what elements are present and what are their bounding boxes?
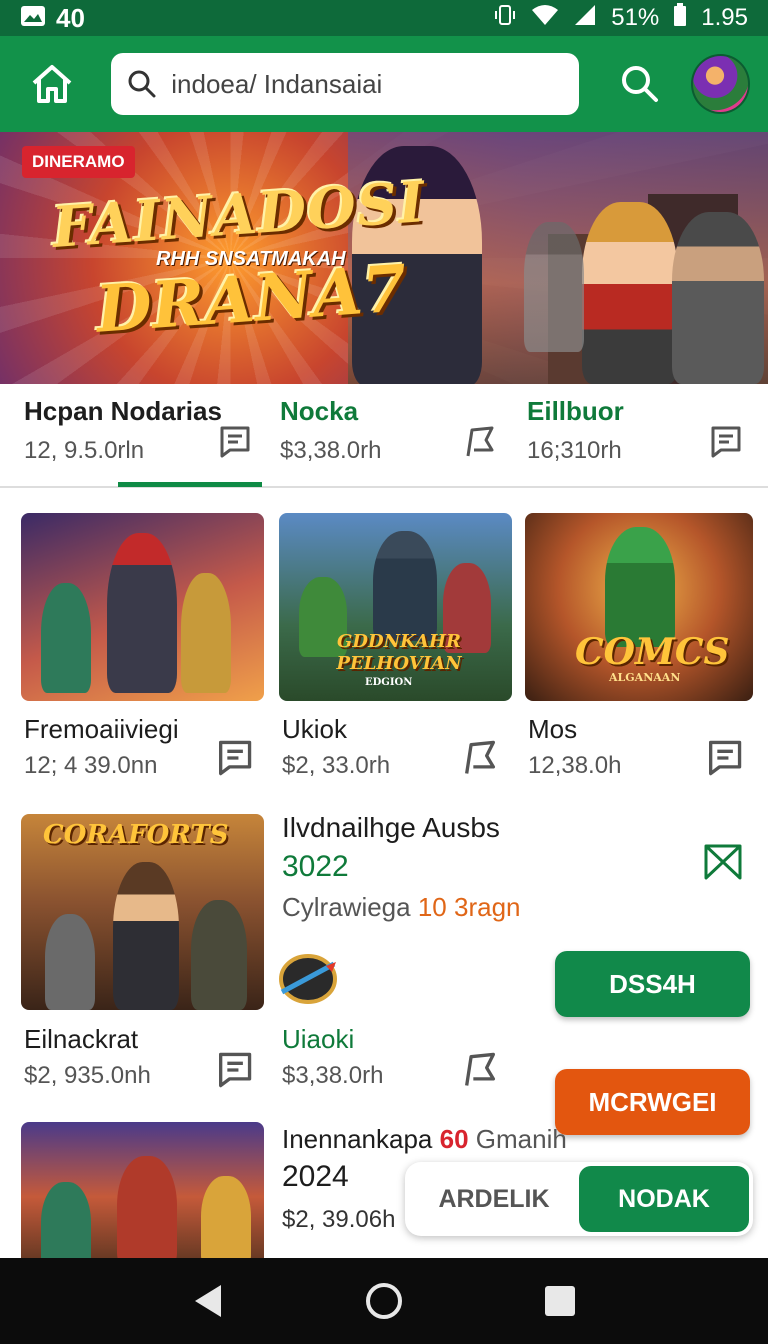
- home-icon: [32, 65, 71, 103]
- segment-nodak[interactable]: NODAK: [579, 1166, 749, 1232]
- recents-button[interactable]: [530, 1271, 590, 1331]
- home-button[interactable]: [24, 56, 79, 112]
- bottom-title-accent: 60: [439, 1124, 469, 1154]
- vibrate-icon: [493, 3, 517, 34]
- search-icon: [622, 66, 659, 102]
- featured-game-thumbnail[interactable]: CORAFORTS: [21, 814, 264, 1010]
- featured-subline-prefix: Cylrawiega: [282, 892, 411, 922]
- comment-icon[interactable]: [704, 738, 744, 778]
- hero-tag-badge: DINERAMO: [22, 146, 135, 178]
- thumbnail-subtitle: ALGANAAN: [609, 671, 681, 684]
- battery-percent: 51%: [611, 4, 660, 31]
- segmented-control: ARDELIK NODAK: [405, 1162, 753, 1236]
- card-price: $2, 33.0rh: [282, 752, 391, 779]
- back-triangle-icon: [195, 1285, 221, 1317]
- search-query-text: indoea/ Indansaiai: [171, 68, 383, 99]
- tab-title: Eillbuor: [527, 396, 624, 426]
- comment-icon[interactable]: [214, 738, 254, 778]
- gallery-notification-icon: [20, 3, 46, 34]
- card-price: $3,38.0rh: [282, 1062, 384, 1089]
- search-icon: [128, 70, 156, 98]
- clock: 1.95: [701, 4, 748, 31]
- bookmark-flag-icon[interactable]: [460, 738, 500, 778]
- tab-title: Nocka: [280, 396, 359, 426]
- card-price: 12,38.0h: [528, 752, 622, 779]
- status-number: 40: [56, 2, 85, 33]
- recents-square-icon: [545, 1286, 575, 1316]
- avatar[interactable]: [690, 54, 751, 114]
- tab-eillbuor[interactable]: Eillbuor 16;310rh: [527, 396, 743, 476]
- category-tabs: Hcpan Nodarias 12, 9.5.0rln Nocka $3,38.…: [0, 384, 768, 488]
- comment-icon: [220, 426, 250, 458]
- bottom-title-prefix: Inennankapa: [282, 1124, 433, 1154]
- thumbnail-title: CORAFORTS: [43, 820, 229, 850]
- game-thumbnail[interactable]: GDDNKAHR PELHOVIAN EDGION: [279, 513, 512, 701]
- thumbnail-figure: [113, 862, 179, 1010]
- hero-character-knight: [524, 222, 584, 352]
- bottom-item-title[interactable]: Inennankapa 60 Gmanih: [282, 1124, 567, 1155]
- tab-title: Hcpan Nodarias: [24, 396, 222, 426]
- thumbnail-figure: [41, 1182, 91, 1258]
- app-bar: indoea/ Indansaiai: [0, 36, 768, 132]
- game-emblem-icon: [279, 954, 337, 1004]
- card-title[interactable]: Uiaoki: [282, 1024, 354, 1055]
- thumbnail-figure: [41, 583, 91, 693]
- comment-icon: [711, 426, 741, 458]
- thumbnail-figure: [45, 914, 95, 1010]
- thumbnail-figure: [191, 900, 247, 1010]
- home-circle-icon: [366, 1283, 402, 1319]
- primary-action-button[interactable]: DSS4H: [555, 951, 750, 1017]
- bottom-title-suffix: Gmanih: [475, 1124, 567, 1154]
- thumbnail-title: GDDNKAHR PELHOVIAN: [336, 631, 462, 674]
- hero-banner[interactable]: DINERAMO FAINADOSI RHH SNSATMAKAH DRANA7: [0, 132, 768, 384]
- back-button[interactable]: [178, 1271, 238, 1331]
- thumbnail-figure: [181, 573, 231, 693]
- secondary-action-button[interactable]: MCRWGEI: [555, 1069, 750, 1135]
- bookmark-flag-icon: [466, 426, 494, 457]
- featured-subline: Cylrawiega 10 3ragn: [282, 892, 521, 923]
- hero-character-boy: [582, 202, 678, 384]
- featured-subline-accent: 10 3ragn: [417, 892, 521, 922]
- tab-nocka[interactable]: Nocka $3,38.0rh: [280, 396, 498, 476]
- card-price: $2, 935.0nh: [24, 1062, 151, 1089]
- featured-title[interactable]: Ilvdnailhge Ausbs: [282, 812, 500, 844]
- card-price: 12; 4 39.0nn: [24, 752, 158, 779]
- game-thumbnail[interactable]: [21, 1122, 264, 1258]
- segment-ardelik[interactable]: ARDELIK: [409, 1166, 579, 1232]
- thumbnail-subtitle: EDGION: [365, 677, 413, 688]
- wifi-icon: [531, 4, 559, 33]
- card-title[interactable]: Fremoaiiviegi: [24, 714, 179, 745]
- thumbnail-figure: [117, 1156, 177, 1258]
- featured-year: 3022: [282, 850, 349, 883]
- system-nav-bar: [0, 1258, 768, 1344]
- thumbnail-title: COMCS: [575, 631, 730, 673]
- thumbnail-figure: [201, 1176, 251, 1258]
- bottom-item-year: 2024: [282, 1160, 349, 1193]
- thumbnail-figure: [107, 533, 177, 693]
- home-nav-button[interactable]: [354, 1271, 414, 1331]
- status-bar: 40 51% 1.95: [0, 0, 768, 36]
- signal-icon: [573, 4, 597, 33]
- search-input[interactable]: indoea/ Indansaiai: [111, 53, 580, 115]
- thumbnail-figure: [373, 531, 437, 641]
- bottom-item-price: $2, 39.06h: [282, 1206, 396, 1233]
- search-button[interactable]: [615, 59, 664, 109]
- comment-icon[interactable]: [214, 1050, 254, 1090]
- bookmark-icon[interactable]: [702, 842, 744, 882]
- card-title[interactable]: Eilnackrat: [24, 1024, 138, 1055]
- active-tab-indicator: [118, 482, 262, 487]
- thumbnail-figure: [605, 527, 675, 647]
- hero-character-soldier: [672, 212, 764, 384]
- game-thumbnail[interactable]: COMCS ALGANAAN: [525, 513, 753, 701]
- battery-icon: [673, 2, 687, 34]
- bookmark-flag-icon[interactable]: [460, 1050, 500, 1090]
- card-title[interactable]: Ukiok: [282, 714, 347, 745]
- tab-hcpan-nodarias[interactable]: Hcpan Nodarias 12, 9.5.0rln: [24, 396, 252, 476]
- game-thumbnail[interactable]: [21, 513, 264, 701]
- card-title[interactable]: Mos: [528, 714, 577, 745]
